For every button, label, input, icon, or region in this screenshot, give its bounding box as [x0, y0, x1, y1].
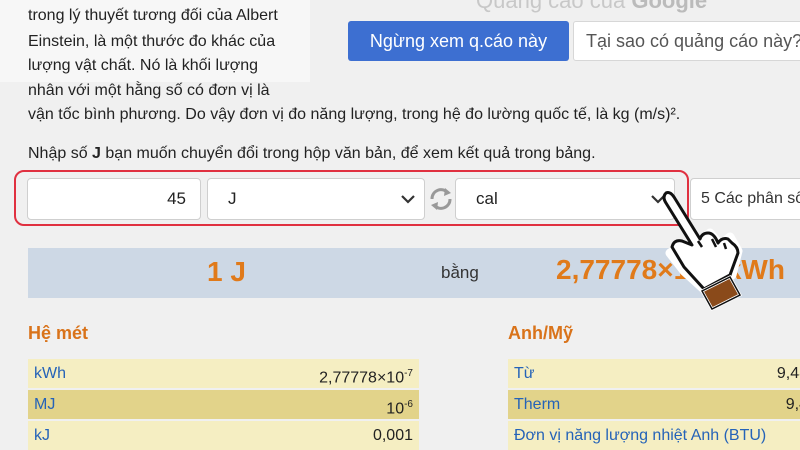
intro-line-2: Einstein, là một thước đo khác của [28, 33, 276, 50]
row-value: 2,77778×10-7 [319, 359, 413, 392]
row-label[interactable]: Đơn vị năng lượng nhiệt Anh (BTU) [514, 421, 766, 450]
row-value-exp: -6 [404, 399, 413, 410]
table-row: Therm 9,4 [508, 390, 800, 419]
swap-icon[interactable] [428, 186, 454, 212]
table-row: kWh 2,77778×10-7 [28, 359, 419, 388]
intro-line-3: lượng vật chất. Nó là khối lượng [28, 57, 259, 74]
instruction-pre: Nhập số [28, 145, 93, 162]
result-source: 1 J [207, 256, 246, 287]
row-value-base: 2,77778×10 [319, 369, 405, 387]
to-unit-value: cal [476, 189, 498, 208]
value-input[interactable]: 45 [27, 178, 201, 220]
intro-text-box: trong lý thuyết tương đối của Albert Ein… [0, 0, 310, 82]
row-label[interactable]: Therm [514, 390, 560, 419]
instruction-line: Nhập số J bạn muốn chuyển đổi trong hộp … [28, 145, 596, 163]
row-value-exp: -7 [404, 368, 413, 379]
row-label[interactable]: kWh [34, 359, 66, 388]
why-ad-button[interactable]: Tại sao có quảng cáo này? [573, 21, 800, 61]
table-row: Đơn vị năng lượng nhiệt Anh (BTU) [508, 421, 800, 450]
ad-title-brand: Google [631, 0, 708, 13]
row-label[interactable]: MJ [34, 390, 55, 419]
chevron-down-icon [401, 195, 415, 204]
ad-title-text: Quảng cáo của [476, 0, 632, 13]
imperial-section-title: Anh/Mỹ [508, 323, 573, 343]
intro-line-1: trong lý thuyết tương đối của Albert [28, 7, 278, 24]
metric-section-title: Hệ mét [28, 323, 89, 343]
instruction-post: bạn muốn chuyển đổi trong hộp văn bản, đ… [100, 145, 596, 162]
row-value: 0,001 [372, 427, 413, 444]
row-value-base: 10 [386, 400, 405, 418]
table-row: kJ 0,001 [28, 421, 419, 450]
intro-line-4: nhân với một hằng số có đơn vị là [28, 82, 270, 99]
row-value: 9,48 [776, 365, 800, 382]
row-label[interactable]: kJ [34, 421, 50, 450]
from-unit-value: J [228, 189, 237, 208]
table-row: Từ 9,48 [508, 359, 800, 388]
result-equals: bằng [441, 263, 479, 282]
ad-title: Quảng cáo của Google [476, 0, 707, 14]
instruction-unit: J [92, 145, 101, 162]
row-value: 9,4 [785, 396, 800, 413]
row-label[interactable]: Từ [514, 359, 534, 388]
row-value: 10-6 [386, 390, 413, 423]
pointer-hand-icon [662, 190, 743, 311]
from-unit-select[interactable]: J [207, 178, 425, 220]
energy-unit-line: vận tốc bình phương. Do vậy đơn vị đo nă… [28, 106, 681, 123]
table-row: MJ 10-6 [28, 390, 419, 419]
stop-ad-button[interactable]: Ngừng xem q.cáo này [348, 21, 569, 61]
